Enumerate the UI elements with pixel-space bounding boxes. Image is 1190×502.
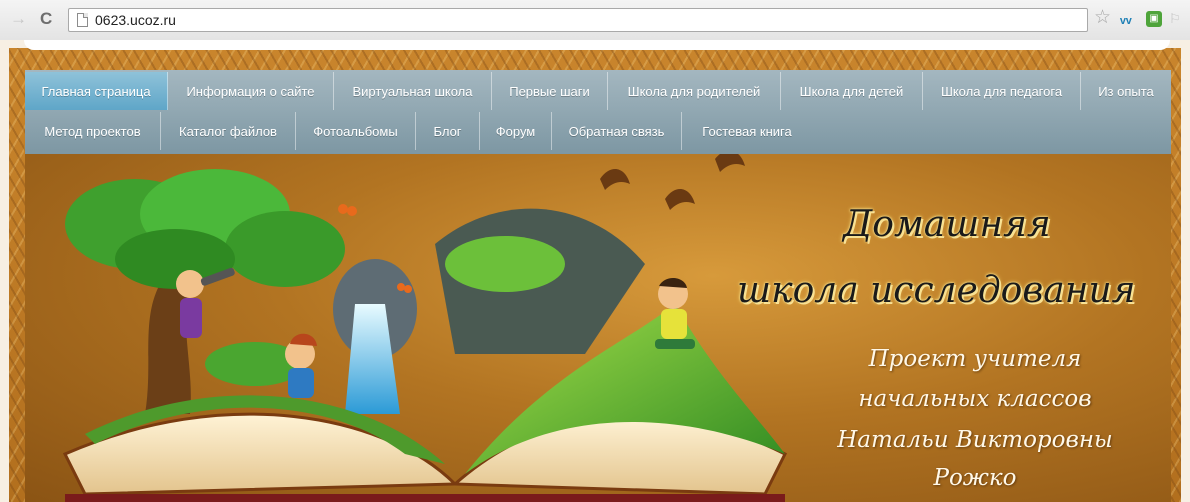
back-arrow-icon[interactable]: →: [10, 10, 27, 28]
menu-item-forum[interactable]: Форум: [480, 112, 552, 150]
menu-item-children[interactable]: Школа для детей: [781, 72, 923, 110]
menu-item-home[interactable]: Главная страница: [25, 72, 168, 110]
birds: [600, 154, 745, 210]
menu-item-first-steps[interactable]: Первые шаги: [492, 72, 608, 110]
extension-green-icon[interactable]: ▣: [1146, 11, 1162, 27]
page-top-edge: [24, 40, 1170, 50]
menu-item-teachers[interactable]: Школа для педагога: [923, 72, 1081, 110]
menu-item-photo-albums[interactable]: Фотоальбомы: [296, 112, 416, 150]
banner-subtitle-line-4: Рожко: [933, 465, 1017, 491]
url-text[interactable]: 0623.ucoz.ru: [95, 12, 176, 28]
menu-row-1: Главная страница Информация о сайте Вирт…: [25, 72, 1171, 110]
banner-subtitle-line-3: Натальи Викторовны: [837, 427, 1113, 453]
menu-row-2: Метод проектов Каталог файлов Фотоальбом…: [25, 112, 812, 150]
extension-pin-icon[interactable]: ⚐: [1169, 11, 1183, 27]
page-icon: [77, 13, 88, 27]
menu-item-virtual-school[interactable]: Виртуальная школа: [334, 72, 492, 110]
menu-item-file-catalog[interactable]: Каталог файлов: [161, 112, 296, 150]
menu-item-guestbook[interactable]: Гостевая книга: [682, 112, 812, 150]
child-with-telescope: [176, 267, 235, 338]
bush: [445, 236, 565, 292]
menu-item-parents[interactable]: Школа для родителей: [608, 72, 781, 110]
menu-item-feedback[interactable]: Обратная связь: [552, 112, 682, 150]
reload-icon[interactable]: C: [40, 10, 52, 28]
banner-title-line-2: школа исследования: [737, 270, 1136, 311]
address-bar[interactable]: 0623.ucoz.ru: [68, 8, 1088, 32]
main-menu: Главная страница Информация о сайте Вирт…: [25, 70, 1171, 155]
menu-item-about[interactable]: Информация о сайте: [168, 72, 334, 110]
banner-title-line-1: Домашняя: [843, 204, 1051, 245]
banner-subtitle-line-2: начальных классов: [858, 386, 1092, 412]
menu-item-experience[interactable]: Из опыта: [1081, 72, 1171, 110]
browser-toolbar: → C 0623.ucoz.ru ☆ ᵥᵥ ▣ ⚐: [0, 0, 1190, 41]
menu-item-project-method[interactable]: Метод проектов: [25, 112, 161, 150]
menu-item-blog[interactable]: Блог: [416, 112, 480, 150]
banner-subtitle-line-1: Проект учителя: [868, 346, 1082, 372]
extension-wave-icon[interactable]: ᵥᵥ: [1120, 10, 1132, 28]
bookmark-star-icon[interactable]: ☆: [1094, 8, 1111, 27]
header-banner: Домашняя школа исследования Проект учите…: [25, 154, 1171, 502]
site-page: Главная страница Информация о сайте Вирт…: [0, 40, 1190, 502]
